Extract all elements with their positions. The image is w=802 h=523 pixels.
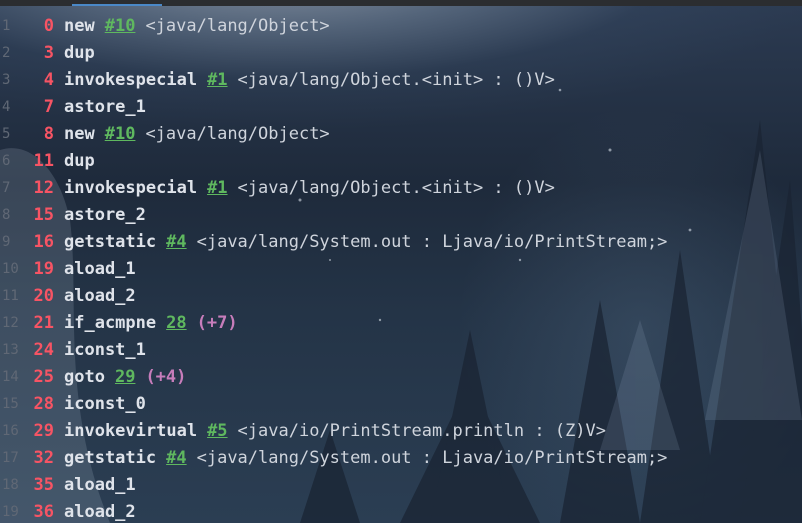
jump-relative-offset: (+7) — [196, 313, 238, 333]
bytecode-offset: 25 — [33, 367, 54, 387]
operand-link[interactable]: #5 — [207, 418, 227, 445]
line-number: 5 — [2, 126, 11, 142]
bytecode-offset: 12 — [33, 178, 54, 198]
operand-comment: <java/lang/Object> — [145, 124, 330, 144]
opcode: getstatic — [64, 232, 157, 252]
bytecode-offset: 3 — [43, 43, 54, 63]
operand-link[interactable]: #1 — [207, 67, 227, 94]
code-line[interactable]: 13 24 iconst_1 — [0, 337, 802, 364]
code-line[interactable]: 19 36 aload_2 — [0, 499, 802, 523]
code-line[interactable]: 3 4 invokespecial #1 <java/lang/Object.<init… — [0, 67, 802, 94]
line-number: 1 — [2, 18, 11, 34]
bytecode-listing[interactable]: 1 0 new #10 <java/lang/Object> 2 3 dup 3 4 invokes… — [0, 13, 802, 523]
operand-link[interactable]: 29 — [115, 364, 135, 391]
line-number: 2 — [2, 45, 11, 61]
operand-link[interactable]: #10 — [105, 13, 136, 40]
line-number: 14 — [2, 369, 19, 385]
opcode: dup — [64, 43, 95, 63]
opcode: if_acmpne — [64, 313, 157, 333]
bytecode-offset: 11 — [33, 151, 54, 171]
code-line[interactable]: 15 28 iconst_0 — [0, 391, 802, 418]
opcode: aload_2 — [64, 502, 136, 522]
line-number: 3 — [2, 72, 11, 88]
opcode: invokespecial — [64, 70, 198, 90]
bytecode-offset: 4 — [43, 70, 54, 90]
active-tab-indicator[interactable] — [72, 4, 162, 6]
opcode: new — [64, 16, 95, 36]
code-line[interactable]: 16 29 invokevirtual #5 <java/io/PrintStream.… — [0, 418, 802, 445]
code-line[interactable]: 11 20 aload_2 — [0, 283, 802, 310]
opcode: astore_1 — [64, 97, 146, 117]
opcode: aload_2 — [64, 286, 136, 306]
code-line[interactable]: 6 11 dup — [0, 148, 802, 175]
code-line[interactable]: 17 32 getstatic #4 <java/lang/System.out : L… — [0, 445, 802, 472]
opcode: astore_2 — [64, 205, 146, 225]
line-number: 16 — [2, 423, 19, 439]
bytecode-offset: 20 — [33, 286, 54, 306]
line-number: 12 — [2, 315, 19, 331]
opcode: goto — [64, 367, 105, 387]
editor-tab-bar — [0, 0, 802, 6]
operand-link[interactable]: #10 — [105, 121, 136, 148]
opcode: aload_1 — [64, 475, 136, 495]
code-line[interactable]: 8 15 astore_2 — [0, 202, 802, 229]
line-number: 19 — [2, 504, 19, 520]
bytecode-offset: 0 — [43, 16, 54, 36]
operand-comment: <java/lang/Object.<init> : ()V> — [237, 70, 555, 90]
bytecode-offset: 32 — [33, 448, 54, 468]
bytecode-offset: 8 — [43, 124, 54, 144]
operand-comment: <java/io/PrintStream.println : (Z)V> — [237, 421, 607, 441]
opcode: invokevirtual — [64, 421, 198, 441]
line-number: 4 — [2, 99, 11, 115]
code-line[interactable]: 1 0 new #10 <java/lang/Object> — [0, 13, 802, 40]
operand-link[interactable]: #1 — [207, 175, 227, 202]
bytecode-offset: 35 — [33, 475, 54, 495]
code-line[interactable]: 4 7 astore_1 — [0, 94, 802, 121]
code-line[interactable]: 12 21 if_acmpne 28 (+7) — [0, 310, 802, 337]
bytecode-offset: 19 — [33, 259, 54, 279]
bytecode-offset: 28 — [33, 394, 54, 414]
line-number: 10 — [2, 261, 19, 277]
line-number: 6 — [2, 153, 11, 169]
opcode: dup — [64, 151, 95, 171]
line-number: 17 — [2, 450, 19, 466]
bytecode-offset: 21 — [33, 313, 54, 333]
line-number: 13 — [2, 342, 19, 358]
code-line[interactable]: 5 8 new #10 <java/lang/Object> — [0, 121, 802, 148]
code-line[interactable]: 10 19 aload_1 — [0, 256, 802, 283]
opcode: iconst_1 — [64, 340, 146, 360]
line-number: 7 — [2, 180, 11, 196]
code-line[interactable]: 14 25 goto 29 (+4) — [0, 364, 802, 391]
bytecode-offset: 16 — [33, 232, 54, 252]
bytecode-offset: 29 — [33, 421, 54, 441]
bytecode-offset: 24 — [33, 340, 54, 360]
opcode: iconst_0 — [64, 394, 146, 414]
line-number: 18 — [2, 477, 19, 493]
line-number: 15 — [2, 396, 19, 412]
line-number: 11 — [2, 288, 19, 304]
code-line[interactable]: 18 35 aload_1 — [0, 472, 802, 499]
opcode: invokespecial — [64, 178, 198, 198]
line-number: 9 — [2, 234, 11, 250]
bytecode-offset: 36 — [33, 502, 54, 522]
operand-comment: <java/lang/System.out : Ljava/io/PrintSt… — [196, 232, 668, 252]
bytecode-offset: 15 — [33, 205, 54, 225]
code-line[interactable]: 7 12 invokespecial #1 <java/lang/Object.<ini… — [0, 175, 802, 202]
opcode: getstatic — [64, 448, 157, 468]
code-line[interactable]: 9 16 getstatic #4 <java/lang/System.out : Lj… — [0, 229, 802, 256]
operand-link[interactable]: 28 — [166, 310, 186, 337]
operand-comment: <java/lang/Object.<init> : ()V> — [237, 178, 555, 198]
code-line[interactable]: 2 3 dup — [0, 40, 802, 67]
opcode: new — [64, 124, 95, 144]
operand-comment: <java/lang/Object> — [145, 16, 330, 36]
opcode: aload_1 — [64, 259, 136, 279]
jump-relative-offset: (+4) — [145, 367, 187, 387]
line-number: 8 — [2, 207, 11, 223]
bytecode-offset: 7 — [43, 97, 54, 117]
operand-link[interactable]: #4 — [166, 229, 186, 256]
operand-link[interactable]: #4 — [166, 445, 186, 472]
operand-comment: <java/lang/System.out : Ljava/io/PrintSt… — [196, 448, 668, 468]
